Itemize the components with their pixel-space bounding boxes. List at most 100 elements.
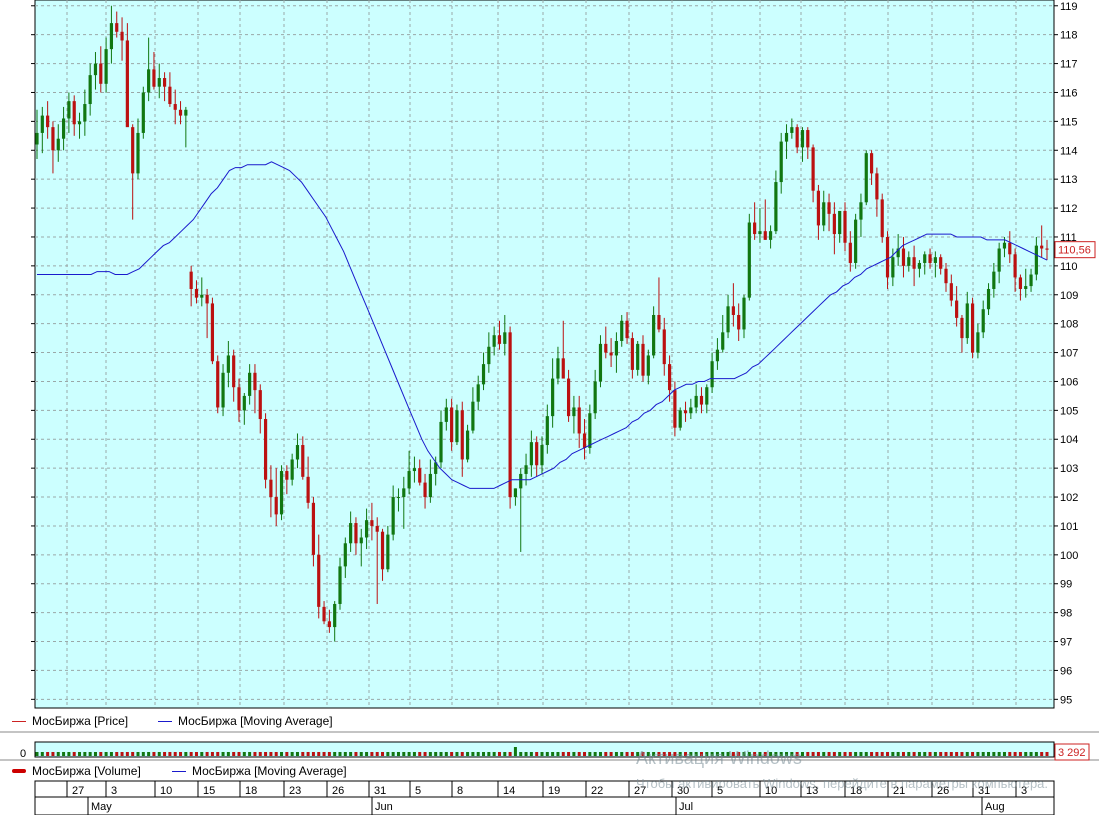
volume-bar [1018,752,1022,756]
candle-body [747,222,751,298]
volume-bar [141,752,145,756]
volume-bar [88,752,92,756]
volume-bar [109,752,113,756]
candle-body [779,141,783,183]
candle-body [699,395,704,405]
volume-bar [604,752,608,756]
volume-bar [62,752,66,756]
candle-body [343,543,347,567]
y-tick-label: 113 [1060,174,1078,186]
candle-body [774,182,778,232]
volume-bar [976,752,980,756]
candle [279,465,284,521]
legend-item-moving-average[interactable]: МосБиржа [Moving Average] [158,714,333,728]
legend-item-volume-ma[interactable]: МосБиржа [Moving Average] [172,764,347,778]
legend-item-price[interactable]: МосБиржа [Price] [12,714,128,728]
volume-bar [992,752,996,756]
price-chart[interactable]: 9596979899100101102103104105106107108109… [0,0,1099,816]
candle-body [125,40,129,128]
volume-bar [535,752,539,756]
volume-bar [529,752,533,756]
volume-bar [928,752,932,756]
volume-bar [1040,752,1044,756]
volume-bar [588,752,592,756]
candle-body [768,231,773,240]
volume-bar [131,752,135,756]
volume-bar [221,752,225,756]
candle-body [721,332,725,350]
volume-bar [67,752,71,756]
volume-bar [83,752,87,756]
candle-body [965,303,969,339]
volume-bar [811,752,815,756]
volume-bar [524,752,528,756]
candle-body [428,473,432,498]
volume-bar [104,752,108,756]
candle-body [40,115,44,133]
candle-body [492,335,496,347]
candle [864,150,868,206]
candle-body [800,130,805,148]
volume-bar [939,752,943,756]
volume-bar [317,752,321,756]
volume-bar [886,752,890,756]
candle-body [295,445,300,460]
volume-bar [896,752,900,756]
candle-body [349,523,353,544]
candle-body [306,476,310,503]
x-day-label: 31 [374,785,386,797]
volume-bar [997,752,1001,756]
volume-bar [375,752,379,756]
last-price-label: 110,56 [1058,245,1091,257]
volume-bar [428,752,432,756]
volume-bar [99,752,103,756]
volume-bar [917,752,921,756]
last-volume-label: 3 292 [1058,747,1086,759]
candle-body [1024,286,1028,289]
candle-body [816,190,821,226]
volume-bar [933,752,937,756]
candle-body [1013,254,1017,278]
x-day-label: 3 [111,785,117,797]
candle-body [508,332,512,498]
candle-body [662,329,666,365]
volume-bar [269,752,273,756]
volume-bar [625,752,629,756]
candle-body [917,262,922,269]
volume-bar [949,752,953,756]
legend-item-volume[interactable]: МосБиржа [Volume] [12,764,141,778]
volume-bar [402,752,406,756]
volume-bar [519,752,523,756]
candle-body [178,109,183,116]
candle-body [572,407,576,417]
candle-body [194,288,199,298]
candle-body [173,104,177,110]
volume-bar [572,752,576,756]
candle-body [205,294,209,304]
candle-body [423,482,427,498]
price-legend: МосБиржа [Price] МосБиржа [Moving Averag… [0,711,1099,731]
volume-bar [280,752,284,756]
candle-body [848,242,852,263]
volume-bar [194,752,198,756]
volume-bar [444,752,448,756]
volume-bar [593,752,597,756]
volume-bar [476,752,480,756]
candle-body [715,349,720,362]
y-tick-label: 103 [1060,463,1078,475]
candle-body [636,343,640,370]
candle-body [476,384,480,402]
candle-body [582,433,587,448]
candle-body [444,407,448,422]
y-tick-label: 109 [1060,290,1078,302]
volume-bar [487,752,491,756]
x-day-label: 18 [245,785,257,797]
volume-bar [248,752,252,756]
candle-body [912,257,916,269]
candle-body [604,343,608,353]
x-month-label: Jun [375,801,393,813]
volume-bar [551,752,555,756]
candle-body [620,320,624,341]
x-day-label: 8 [457,785,463,797]
volume-bar [35,752,39,756]
